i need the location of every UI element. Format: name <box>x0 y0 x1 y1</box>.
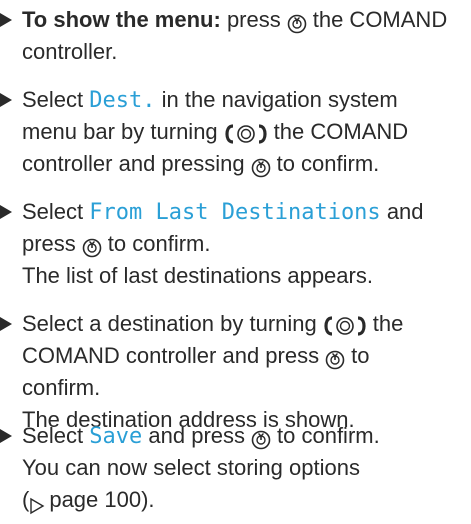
step-2-line-2: menu bar by turning the COMAND <box>22 119 409 144</box>
step-5-line-3: (page 100). <box>22 487 155 515</box>
press-controller-icon <box>82 235 102 258</box>
press-controller-icon <box>251 427 271 450</box>
press-controller-icon <box>287 11 307 34</box>
turn-controller-icon <box>224 122 268 144</box>
step-4-line-1: Select a destination by turning the <box>22 311 404 336</box>
page-reference-link[interactable]: page 100). <box>49 487 154 512</box>
bullet-arrow-icon <box>0 13 12 27</box>
step-2-line-1: Select Dest. in the navigation system <box>22 87 398 113</box>
step-1-line-2: controller. <box>22 39 118 64</box>
menu-item-save: Save <box>89 424 143 449</box>
step-5-line-1: Select Save and press to confirm. <box>22 423 380 450</box>
step-2-line-3: controller and pressing to confirm. <box>22 151 380 178</box>
step-3-line-2: press to confirm. <box>22 231 211 258</box>
page-reference-triangle-icon <box>29 492 45 515</box>
step-5-line-2: You can now select storing options <box>22 455 360 480</box>
press-controller-icon <box>325 347 345 370</box>
bullet-arrow-icon <box>0 205 12 219</box>
bullet-arrow-icon <box>0 317 12 331</box>
press-controller-icon <box>251 155 271 178</box>
instruction-page: To show the menu: press the COMAND contro… <box>0 0 471 515</box>
turn-controller-icon <box>323 314 367 336</box>
bullet-arrow-icon <box>0 93 12 107</box>
menu-item-from-last-destinations: From Last Destinations <box>89 200 381 225</box>
step-1-line-1: To show the menu: press the COMAND <box>22 7 448 34</box>
step-1-heading: To show the menu: <box>22 7 221 32</box>
menu-item-dest: Dest. <box>89 88 156 113</box>
step-4-line-3: confirm. <box>22 375 101 400</box>
step-3-line-1: Select From Last Destinations and <box>22 199 424 225</box>
step-4-line-2: COMAND controller and press to <box>22 343 370 370</box>
step-3-result: The list of last destinations appears. <box>22 263 373 288</box>
bullet-arrow-icon <box>0 429 12 443</box>
